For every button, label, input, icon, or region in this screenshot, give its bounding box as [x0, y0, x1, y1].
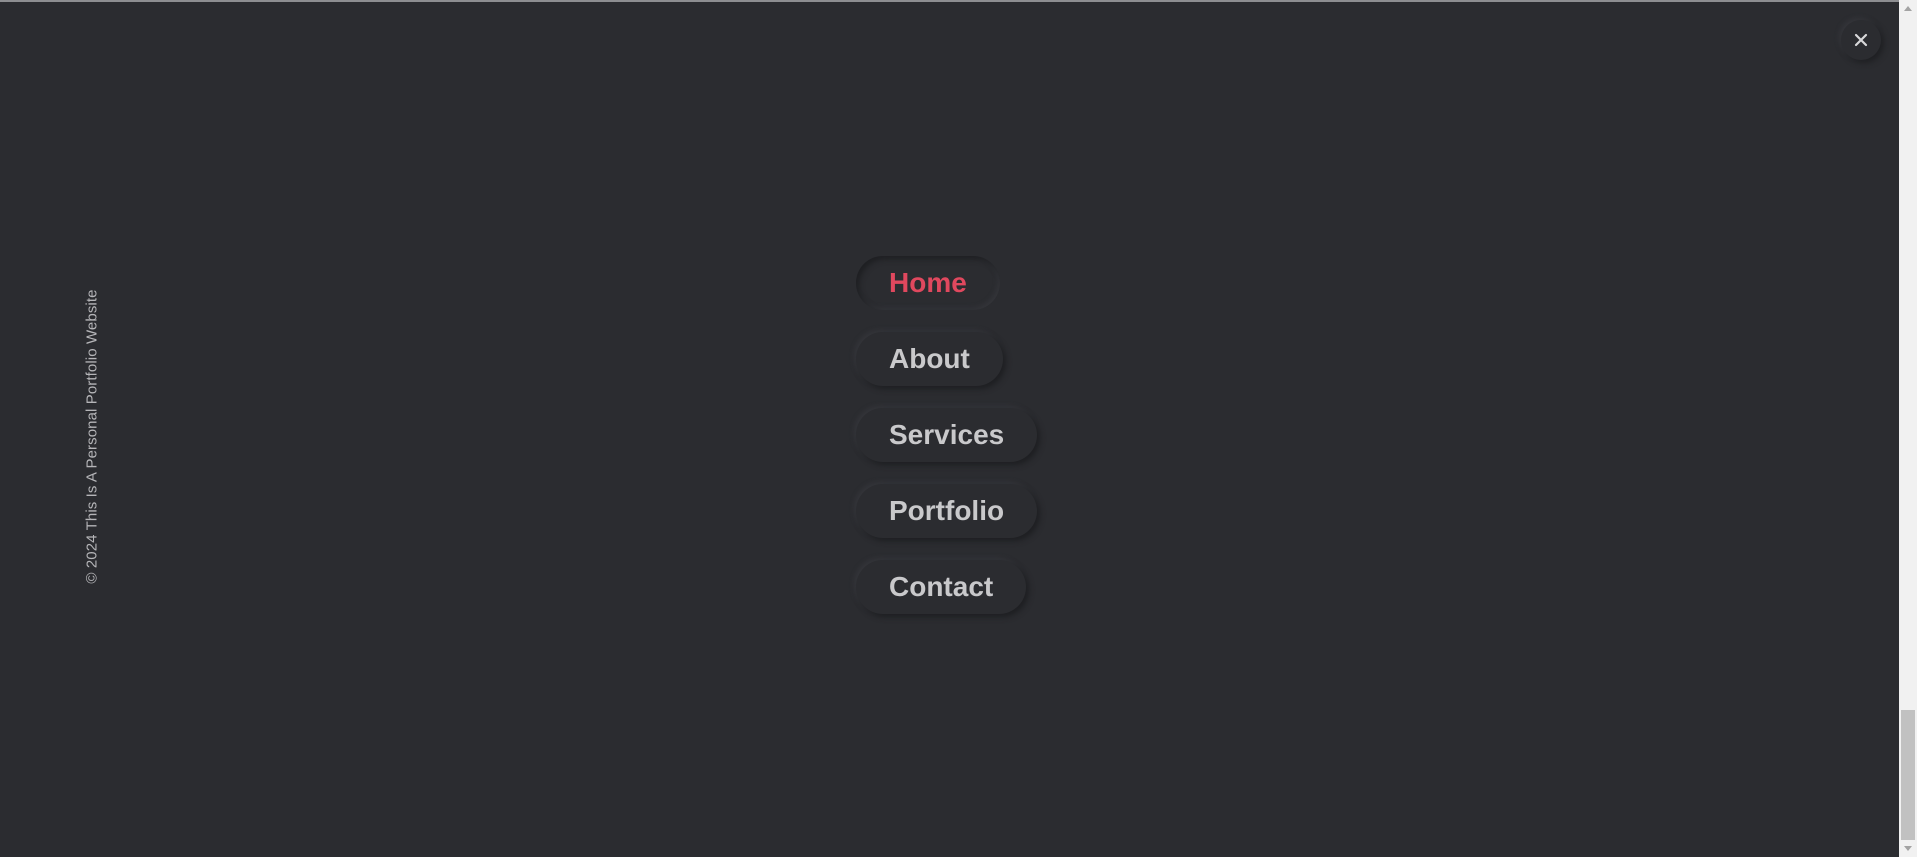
scroll-down-arrow-icon[interactable] [1899, 841, 1917, 857]
vertical-scrollbar[interactable] [1899, 0, 1917, 857]
nav-item-home[interactable]: Home [856, 256, 1000, 310]
nav-item-about[interactable]: About [856, 332, 1003, 386]
scroll-up-arrow-icon[interactable] [1899, 0, 1917, 16]
top-divider [0, 0, 1899, 2]
copyright-text-container: © 2024 This Is A Personal Portfolio Webs… [80, 280, 104, 592]
nav-item-services[interactable]: Services [856, 408, 1038, 462]
nav-item-contact[interactable]: Contact [856, 560, 1027, 614]
scrollbar-thumb[interactable] [1901, 710, 1915, 840]
copyright-text: © 2024 This Is A Personal Portfolio Webs… [83, 288, 101, 584]
close-menu-button[interactable] [1841, 20, 1881, 60]
nav-item-portfolio[interactable]: Portfolio [856, 484, 1038, 538]
close-icon [1854, 33, 1868, 47]
menu-overlay: © 2024 This Is A Personal Portfolio Webs… [0, 0, 1917, 857]
main-navigation: Home About Services Portfolio Contact [856, 256, 1038, 636]
